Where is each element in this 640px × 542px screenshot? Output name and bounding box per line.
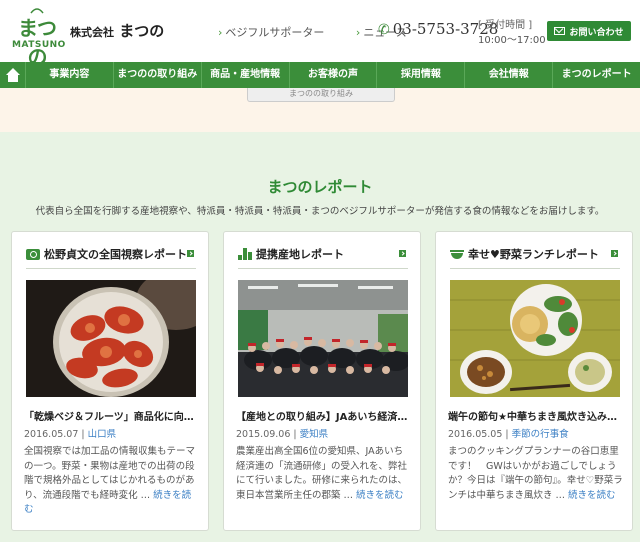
- phone-icon: ✆: [378, 22, 390, 38]
- company-name: 株式会社 まつの: [70, 20, 164, 41]
- card-date: 2016.05.05: [448, 429, 503, 440]
- company-name-text: まつの: [119, 22, 165, 40]
- card-headline[interactable]: 「乾燥ベジ＆フルーツ」商品化に向…: [24, 408, 198, 423]
- efforts-button[interactable]: まつのの取り組み: [247, 88, 395, 102]
- read-more-link[interactable]: 続きを読む: [568, 490, 616, 501]
- bowl-icon: [450, 248, 464, 260]
- card-meta: 2016.05.05 | 季節の行事食: [448, 429, 569, 440]
- main-nav: 事業内容 まつのの取り組み 商品・産地情報 お客様の声 採用情報 会社情報 まつ…: [0, 62, 640, 88]
- hours-time: 10:00～17:00: [478, 35, 546, 46]
- card-title[interactable]: 松野貞文の全国視察レポート: [26, 246, 187, 262]
- card-title[interactable]: 幸せ♥野菜ランチレポート: [450, 246, 599, 262]
- card-body: 全国視察では加工品の情報収集もテーマの一つ。野菜・果物は産地での出荷の段階で規格…: [24, 446, 196, 515]
- nav-home[interactable]: [0, 62, 26, 88]
- camera-icon: [26, 248, 40, 260]
- report-card-inspection[interactable]: 松野貞文の全国視察レポート 「乾燥ベジ＆フルーツ」商品化に向… 2016.05.…: [11, 231, 209, 531]
- nav-item-voices[interactable]: お客様の声: [290, 62, 378, 88]
- divider: [238, 268, 408, 269]
- card-headline[interactable]: 端午の節句★中華ちまき風炊き込み…: [448, 408, 622, 423]
- section-title: まつのレポート: [267, 178, 373, 196]
- nav-item-company[interactable]: 会社情報: [465, 62, 554, 88]
- card-meta: 2015.09.06 | 愛知県: [236, 429, 329, 440]
- dried-tomato-photo[interactable]: [26, 280, 196, 397]
- nav-item-recruit[interactable]: 採用情報: [377, 62, 466, 88]
- toplink-vegifru[interactable]: › ベジフルサポーター: [218, 26, 338, 39]
- divider: [450, 268, 620, 269]
- section-description: 代表自ら全国を行脚する産地視察や、特派員・特派員・特派員・まつのベジフルサポータ…: [35, 206, 605, 217]
- site-header: まつの MATSUNO 株式会社 まつの › ベジフルサポーター › ニュース ✆ 0…: [0, 0, 640, 69]
- card-date: 2015.09.06: [236, 429, 291, 440]
- hours-label: [ 受付時間 ]: [478, 20, 533, 31]
- arrow-right-icon[interactable]: [399, 250, 406, 257]
- report-card-partner[interactable]: 提携産地レポート 【産地との取り組み】JAあいち経済… 2015.09.06 |…: [223, 231, 421, 531]
- nav-item-business[interactable]: 事業内容: [26, 62, 114, 88]
- company-prefix: 株式会社: [70, 26, 114, 39]
- card-tag[interactable]: 山口県: [88, 429, 117, 440]
- mail-icon: [554, 27, 566, 35]
- card-tag[interactable]: 季節の行事食: [512, 429, 569, 440]
- contact-button[interactable]: お問い合わせ: [547, 21, 631, 41]
- arrow-right-icon[interactable]: [611, 250, 618, 257]
- nav-item-products[interactable]: 商品・産地情報: [202, 62, 290, 88]
- nav-item-report[interactable]: まつのレポート: [553, 62, 640, 88]
- lunch-photo[interactable]: [450, 280, 620, 397]
- card-tag[interactable]: 愛知県: [300, 429, 329, 440]
- logo-text-en: MATSUNO: [12, 40, 66, 50]
- group-photo[interactable]: [238, 280, 408, 397]
- chevron-right-icon: ›: [218, 26, 223, 39]
- nav-item-efforts[interactable]: まつのの取り組み: [114, 62, 202, 88]
- card-date: 2016.05.07: [24, 429, 79, 440]
- card-meta: 2016.05.07 | 山口県: [24, 429, 117, 440]
- card-body: まつのクッキングプランナーの谷口恵里です！ GWはいかがお過ごしでしょうか？今日…: [448, 446, 623, 501]
- card-title[interactable]: 提携産地レポート: [238, 246, 344, 262]
- chart-bars-icon: [238, 248, 252, 260]
- chevron-right-icon: ›: [355, 26, 361, 39]
- arrow-right-icon[interactable]: [187, 250, 194, 257]
- home-icon: [5, 68, 20, 82]
- card-headline[interactable]: 【産地との取り組み】JAあいち経済…: [236, 408, 410, 423]
- report-card-lunch[interactable]: 幸せ♥野菜ランチレポート 端午の節句★中華ちまき風炊き込み… 2016.05.0…: [435, 231, 633, 531]
- read-more-link[interactable]: 続きを読む: [356, 490, 404, 501]
- card-body: 農業産出高全国6位の愛知県、JAあいち経済連の「流通研修」の受入れを、弊社にて行…: [236, 446, 408, 501]
- divider: [26, 268, 196, 269]
- site-logo[interactable]: まつの MATSUNO: [12, 6, 66, 69]
